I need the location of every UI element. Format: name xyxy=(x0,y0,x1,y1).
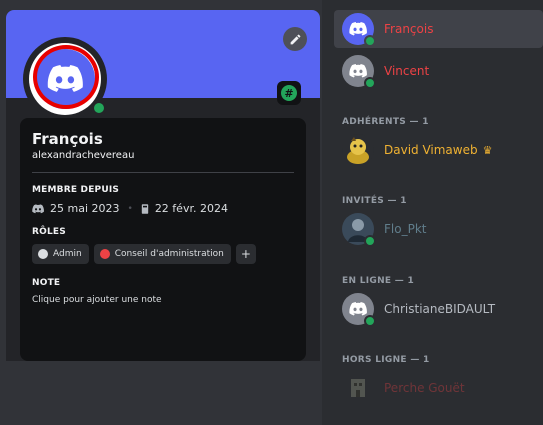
online-status-indicator xyxy=(91,100,107,116)
online-status-indicator xyxy=(364,77,376,89)
discord-join-date: 25 mai 2023 xyxy=(50,202,120,215)
avatar xyxy=(342,213,376,247)
avatar xyxy=(342,372,374,404)
avatar xyxy=(342,55,376,89)
discord-logo-icon xyxy=(349,22,367,36)
roles-list: Admin Conseil d'administration + xyxy=(32,244,294,264)
discord-logo-icon xyxy=(349,64,367,78)
discord-logo-icon xyxy=(32,203,44,213)
crown-icon: ♛ xyxy=(482,143,493,157)
member-name: ChristianeBIDAULT xyxy=(384,302,496,316)
online-status-indicator xyxy=(364,315,376,327)
member-list: François Vincent ADHÉRENTS — 1 David Vim… xyxy=(334,0,543,425)
avatar-highlight-ring xyxy=(33,45,99,109)
member-name: Vincent xyxy=(384,64,430,78)
member-item-christiane[interactable]: ChristianeBIDAULT xyxy=(334,290,543,328)
group-header-hors-ligne: HORS LIGNE — 1 xyxy=(342,355,430,365)
role-conseil[interactable]: Conseil d'administration xyxy=(93,244,231,264)
edit-profile-button[interactable] xyxy=(283,27,307,51)
online-status-indicator xyxy=(364,235,376,247)
badge-icon[interactable]: # xyxy=(277,81,301,105)
note-input[interactable]: Clique pour ajouter une note xyxy=(32,295,294,305)
avatar xyxy=(342,293,376,327)
profile-info-box: François alexandrachevereau MEMBRE DEPUI… xyxy=(20,118,306,361)
divider xyxy=(32,172,294,173)
profile-card-footer xyxy=(6,361,320,425)
role-color-dot xyxy=(99,249,110,259)
server-join-date: 22 févr. 2024 xyxy=(154,202,228,215)
group-header-invites: INVITÉS — 1 xyxy=(342,196,407,206)
roles-title: RÔLES xyxy=(32,227,66,237)
display-name: François xyxy=(32,130,103,148)
note-title: NOTE xyxy=(32,278,61,288)
member-item-flo[interactable]: Flo_Pkt xyxy=(334,210,543,248)
group-header-en-ligne: EN LIGNE — 1 xyxy=(342,276,415,286)
badge-glyph: # xyxy=(281,85,297,101)
character-avatar-icon xyxy=(347,137,369,164)
role-label: Conseil d'administration xyxy=(114,249,224,259)
member-name: Flo_Pkt xyxy=(384,222,427,236)
pencil-icon xyxy=(290,34,300,44)
group-header-adherents: ADHÉRENTS — 1 xyxy=(342,117,429,127)
member-item-david[interactable]: David Vimaweb ♛ xyxy=(334,131,543,169)
username: alexandrachevereau xyxy=(32,150,135,161)
building-avatar-icon xyxy=(351,379,365,397)
role-admin[interactable]: Admin xyxy=(32,244,89,264)
member-item-perche[interactable]: Perche Gouët xyxy=(334,369,543,407)
member-since-row: 25 mai 2023 • 22 févr. 2024 xyxy=(32,202,294,215)
server-icon xyxy=(141,203,149,214)
add-role-button[interactable]: + xyxy=(235,244,256,264)
member-since-title: MEMBRE DEPUIS xyxy=(32,185,120,195)
date-separator: • xyxy=(127,203,133,214)
profile-avatar[interactable] xyxy=(23,37,107,121)
member-item-vincent[interactable]: Vincent xyxy=(334,52,543,90)
member-name: Perche Gouët xyxy=(384,381,465,395)
role-label: Admin xyxy=(53,249,82,259)
avatar xyxy=(342,134,374,166)
avatar xyxy=(342,13,376,47)
member-name: David Vimaweb xyxy=(384,143,478,157)
online-status-indicator xyxy=(364,35,376,47)
member-item-francois[interactable]: François xyxy=(334,10,543,48)
role-color-dot xyxy=(38,249,48,259)
discord-logo-icon xyxy=(349,302,367,316)
member-name: François xyxy=(384,22,434,36)
